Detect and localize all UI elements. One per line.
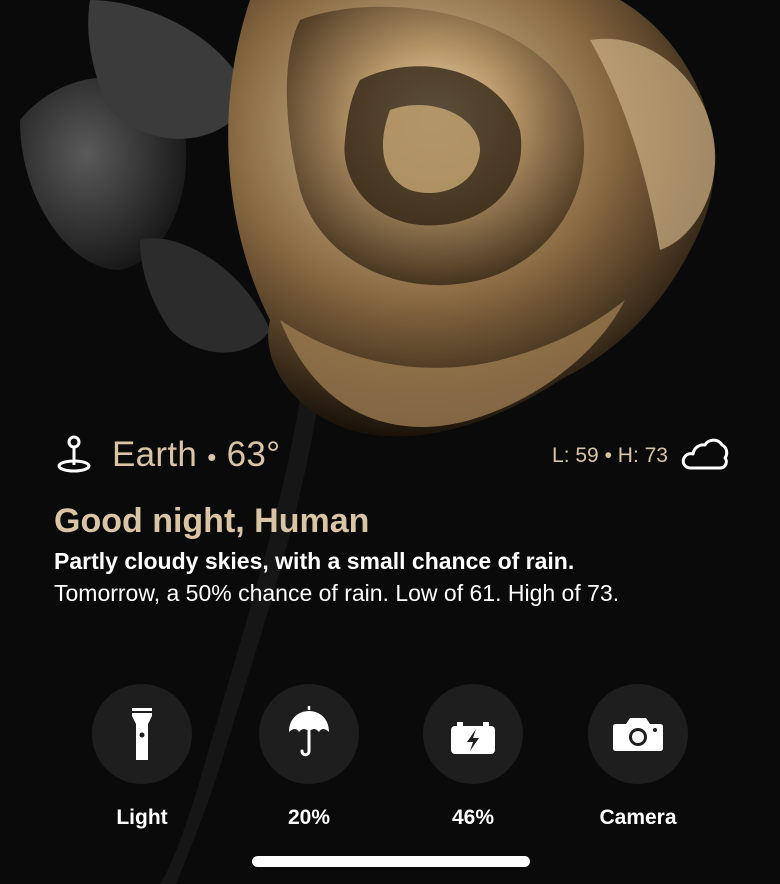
weather-forecast: Tomorrow, a 50% chance of rain. Low of 6… (54, 580, 620, 606)
home-indicator[interactable] (252, 856, 530, 867)
weather-row: Earth • 63° L: 59 • H: 73 (54, 432, 730, 478)
battery-label: 46% (451, 806, 495, 829)
weather-summary: Partly cloudy skies, with a small chance… (54, 548, 575, 574)
greeting-title: Good night, Human (54, 502, 370, 540)
rain-chance-label: 20% (287, 806, 331, 829)
cloud-icon (681, 438, 729, 470)
camera-label: Camera (599, 806, 677, 829)
separator-dot: • (207, 442, 217, 472)
umbrella-icon (289, 706, 329, 757)
location-name: Earth (112, 435, 198, 474)
flashlight-button[interactable] (92, 684, 192, 784)
location-temperature[interactable]: Earth • 63° (112, 434, 280, 478)
camera-icon (613, 718, 663, 751)
rain-chance-button[interactable] (259, 684, 359, 784)
low-high-temperatures: L: 59 • H: 73 (552, 442, 668, 470)
low-temperature: L: 59 (552, 444, 599, 467)
camera-button[interactable] (588, 684, 688, 784)
battery-charging-icon (451, 722, 495, 754)
map-pin-icon (57, 435, 91, 473)
battery-button[interactable] (423, 684, 523, 784)
current-temperature: 63° (226, 435, 281, 474)
separator-dot: • (604, 444, 612, 467)
flashlight-label: Light (116, 806, 168, 829)
flashlight-icon (132, 708, 152, 760)
high-temperature: H: 73 (617, 444, 668, 467)
